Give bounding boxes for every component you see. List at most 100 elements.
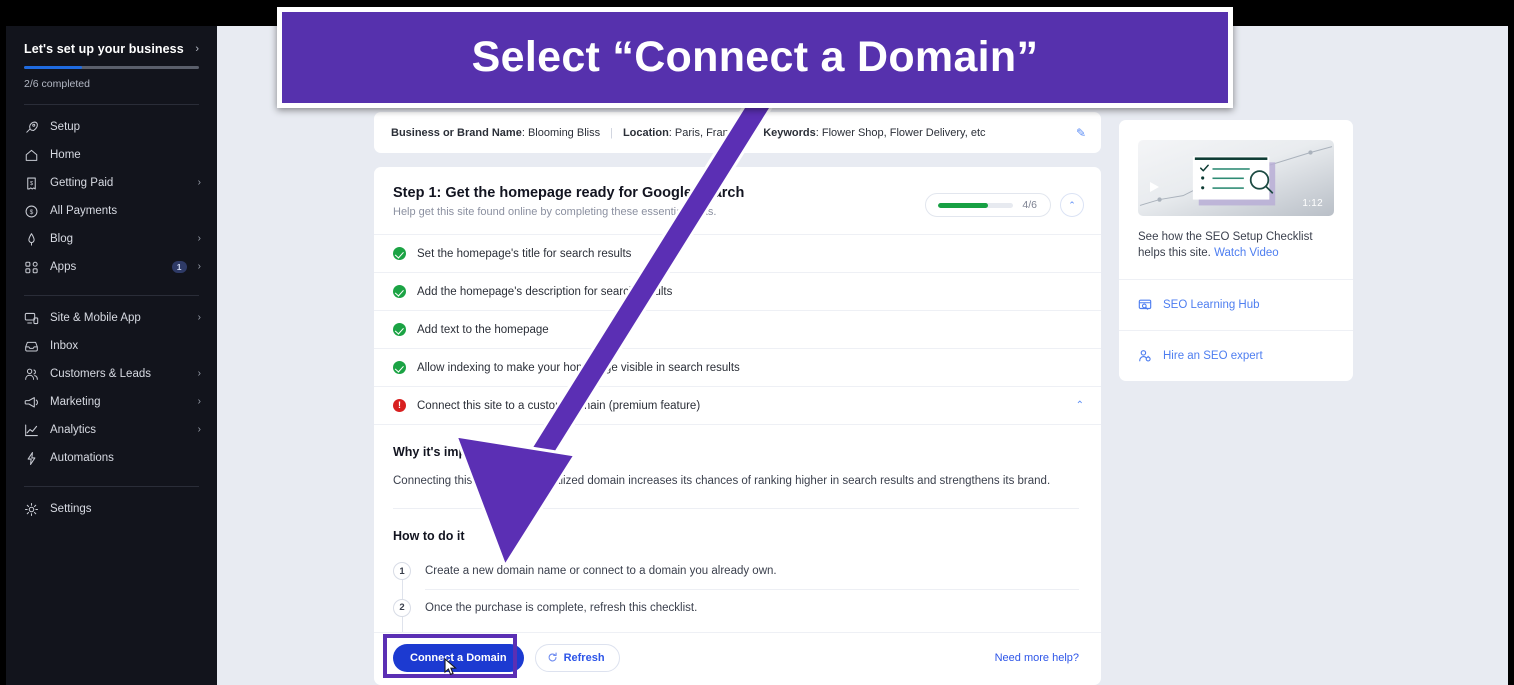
sidebar-item-marketing[interactable]: Marketing › bbox=[6, 388, 217, 416]
sidebar-item-label: Apps bbox=[50, 261, 77, 273]
sidebar-item-settings[interactable]: Settings bbox=[6, 495, 217, 523]
need-more-help-link[interactable]: Need more help? bbox=[995, 652, 1079, 664]
checklist-row-label: Add the homepage's description for searc… bbox=[417, 285, 673, 298]
step-1-progress-track bbox=[938, 202, 1014, 208]
annotation-banner-text: Select “Connect a Domain” bbox=[471, 33, 1039, 81]
chevron-right-icon: › bbox=[197, 312, 201, 323]
sidebar-item-site-mobile-app[interactable]: Site & Mobile App › bbox=[6, 304, 217, 332]
play-icon[interactable] bbox=[1150, 182, 1159, 192]
location-value: : Paris, France bbox=[668, 126, 741, 139]
dollar-circle-icon: $ bbox=[24, 204, 39, 219]
step-1-progress-pill: 4/6 bbox=[925, 193, 1051, 217]
sidebar-item-label: Settings bbox=[50, 503, 92, 515]
sidebar-progress-label: 2/6 completed bbox=[24, 78, 90, 90]
right-rail: 1:12 See how the SEO Setup Checklist hel… bbox=[1119, 120, 1353, 381]
sidebar-item-label: Analytics bbox=[50, 424, 97, 436]
sidebar-item-setup[interactable]: Setup bbox=[6, 113, 217, 141]
hire-seo-expert-label: Hire an SEO expert bbox=[1163, 349, 1263, 362]
sidebar-item-automations[interactable]: Automations bbox=[6, 444, 217, 472]
sidebar-item-customers-leads[interactable]: Customers & Leads › bbox=[6, 360, 217, 388]
refresh-icon bbox=[548, 652, 557, 662]
hire-seo-expert-link[interactable]: Hire an SEO expert bbox=[1119, 329, 1353, 381]
app-window: Let's set up your business › 2/6 complet… bbox=[6, 26, 1508, 685]
detail-rule bbox=[393, 507, 1079, 509]
why-heading: Why it's important bbox=[393, 445, 502, 459]
checklist-column: Business or Brand Name: Blooming Bliss |… bbox=[374, 112, 1101, 685]
checklist-row[interactable]: Connect this site to a custom domain (pr… bbox=[374, 386, 1101, 424]
checklist-row[interactable]: Set the homepage's title for search resu… bbox=[374, 234, 1101, 272]
step-1-title: Step 1: Get the homepage ready for Googl… bbox=[393, 185, 745, 201]
expert-icon bbox=[1139, 349, 1151, 362]
checklist-row[interactable]: Add the homepage's description for searc… bbox=[374, 272, 1101, 310]
people-icon bbox=[24, 367, 39, 382]
learning-hub-icon bbox=[1138, 299, 1152, 310]
how-heading: How to do it bbox=[393, 528, 465, 543]
sidebar-setup-header[interactable]: Let's set up your business › 2/6 complet… bbox=[6, 26, 217, 90]
sidebar-setup-title: Let's set up your business bbox=[24, 42, 184, 56]
how-step-item: 2 Once the purchase is complete, refresh … bbox=[393, 590, 1079, 626]
chevron-right-icon: › bbox=[197, 396, 201, 407]
step-1-header: Step 1: Get the homepage ready for Googl… bbox=[374, 167, 1101, 234]
how-steps-list: 1 Create a new domain name or connect to … bbox=[393, 553, 1079, 632]
sidebar-item-inbox[interactable]: Inbox bbox=[6, 332, 217, 360]
check-circle-icon bbox=[393, 247, 406, 260]
location-label: Location bbox=[622, 126, 669, 139]
sidebar-item-label: Inbox bbox=[50, 340, 79, 352]
why-body: Connecting this site to a personalized d… bbox=[393, 475, 1051, 487]
chevron-up-icon[interactable]: ⌃ bbox=[1076, 400, 1084, 411]
sidebar-item-apps[interactable]: Apps 1 › bbox=[6, 253, 217, 281]
divider-1: | bbox=[610, 126, 613, 139]
bolt-icon bbox=[24, 451, 39, 466]
edit-pencil-icon[interactable]: ✎ bbox=[1076, 126, 1086, 140]
sidebar-item-label: Blog bbox=[50, 233, 74, 245]
video-duration: 1:12 bbox=[1302, 198, 1323, 209]
sidebar-item-label: Automations bbox=[50, 452, 114, 464]
chevron-right-icon: › bbox=[197, 177, 201, 188]
checklist-row-label: Set the homepage's title for search resu… bbox=[417, 247, 632, 260]
sidebar-item-getting-paid[interactable]: $ Getting Paid › bbox=[6, 169, 217, 197]
connect-domain-wrapper: Connect a Domain bbox=[383, 633, 524, 678]
refresh-button[interactable]: Refresh bbox=[534, 643, 620, 672]
sidebar-item-label: Site & Mobile App bbox=[50, 312, 141, 324]
step-1-card: Step 1: Get the homepage ready for Googl… bbox=[374, 167, 1101, 685]
monitor-icon bbox=[24, 311, 39, 326]
how-step-text: Once the purchase is complete, refresh t… bbox=[425, 601, 698, 614]
sidebar-item-label: Setup bbox=[50, 121, 81, 133]
screenshot-root: Let's set up your business › 2/6 complet… bbox=[0, 0, 1514, 685]
checklist-row[interactable]: Add text to the homepage bbox=[374, 310, 1101, 348]
checklist-row-label: Add text to the homepage bbox=[417, 323, 549, 336]
task-detail-panel: Why it's important Connecting this site … bbox=[374, 424, 1101, 632]
video-thumbnail[interactable]: 1:12 bbox=[1138, 140, 1334, 216]
business-info-bar: Business or Brand Name: Blooming Bliss |… bbox=[374, 112, 1101, 153]
left-sidebar: Let's set up your business › 2/6 complet… bbox=[6, 26, 217, 685]
alert-circle-icon bbox=[393, 399, 406, 412]
checklist-row[interactable]: Allow indexing to make your homepage vis… bbox=[374, 348, 1101, 386]
seo-learning-hub-label: SEO Learning Hub bbox=[1163, 298, 1260, 311]
chevron-up-icon[interactable]: ⌃ bbox=[1060, 193, 1084, 217]
sidebar-item-blog[interactable]: Blog › bbox=[6, 225, 217, 253]
chevron-right-icon: › bbox=[195, 42, 199, 55]
sidebar-item-all-payments[interactable]: $ All Payments bbox=[6, 197, 217, 225]
watch-video-link[interactable]: Watch Video bbox=[1214, 247, 1279, 259]
divider-2: | bbox=[750, 126, 754, 139]
seo-learning-hub-link[interactable]: SEO Learning Hub bbox=[1119, 278, 1353, 330]
sidebar-item-label: All Payments bbox=[50, 205, 118, 217]
check-circle-icon bbox=[393, 285, 406, 298]
sidebar-progress-bar bbox=[24, 66, 199, 69]
how-step-text: Create a new domain name or connect to a… bbox=[425, 553, 1079, 590]
main-content: Business or Brand Name: Blooming Bliss |… bbox=[217, 26, 1508, 685]
mouse-cursor-icon bbox=[444, 657, 457, 675]
megaphone-icon bbox=[24, 395, 39, 410]
home-icon bbox=[24, 148, 39, 163]
check-circle-icon bbox=[393, 323, 406, 336]
connect-a-domain-button[interactable]: Connect a Domain bbox=[393, 643, 524, 672]
inbox-icon bbox=[24, 339, 39, 354]
how-step-number: 2 bbox=[393, 598, 411, 617]
sidebar-item-analytics[interactable]: Analytics › bbox=[6, 416, 217, 444]
svg-text:$: $ bbox=[30, 181, 34, 187]
sidebar-item-home[interactable]: Home bbox=[6, 141, 217, 169]
gear-icon bbox=[24, 502, 39, 517]
step-1-progress-label: 4/6 bbox=[1022, 199, 1037, 211]
receipt-icon: $ bbox=[24, 176, 39, 191]
sidebar-item-label: Marketing bbox=[50, 396, 101, 408]
